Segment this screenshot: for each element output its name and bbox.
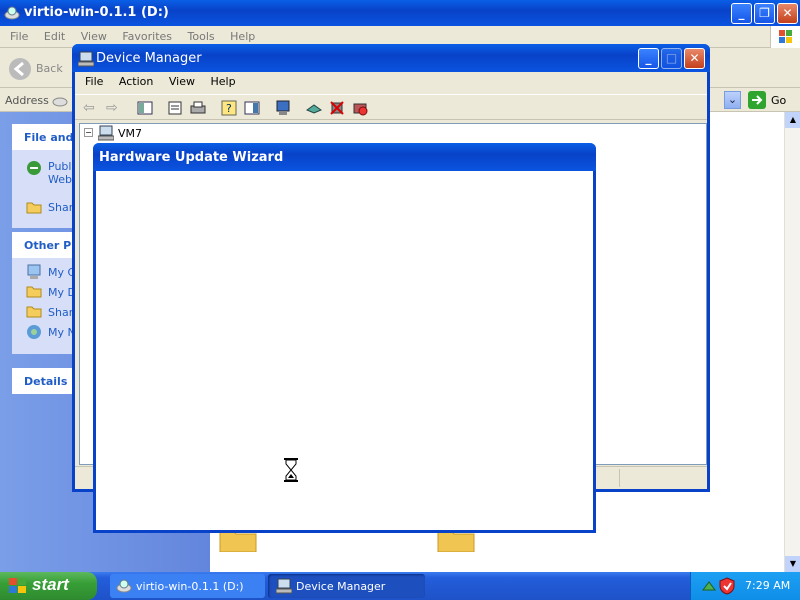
address-dropdown-button[interactable]: ⌄ [724,91,741,109]
device-manager-title: Device Manager [96,51,202,66]
dm-maximize-button[interactable]: □ [661,48,682,69]
taskbar: start virtio-win-0.1.1 (D:) Device Manag… [0,572,800,600]
network-tray-icon[interactable] [701,578,717,594]
shared-folder-icon [26,304,42,318]
help-icon[interactable]: ? [221,100,237,116]
dm-menu-action[interactable]: Action [113,73,159,91]
scroll-up-button[interactable]: ▲ [785,112,800,128]
explorer-scrollbar[interactable]: ▲ ▼ [784,112,800,572]
explorer-close-button[interactable]: ✕ [777,3,798,24]
disable-device-icon[interactable] [352,100,368,116]
back-label: Back [36,62,63,75]
windows-flag-icon [8,577,28,595]
wizard-title: Hardware Update Wizard [99,150,284,165]
start-label: start [32,575,69,594]
dm-menubar: File Action View Help [79,73,699,93]
back-button[interactable]: Back [6,56,66,82]
device-manager-icon [78,51,94,67]
taskbar-drive-icon [116,578,132,594]
dm-menu-view[interactable]: View [163,73,201,91]
taskbar-item-label: Device Manager [296,580,386,593]
taskbar-item-label: virtio-win-0.1.1 (D:) [136,580,244,593]
wizard-content [96,171,593,530]
explorer-menu-edit[interactable]: Edit [38,28,71,46]
explorer-menu-file[interactable]: File [4,28,34,46]
go-button[interactable]: Go [748,90,796,110]
taskbar-dm-icon [276,578,292,594]
uninstall-icon[interactable] [329,100,345,116]
explorer-minimize-button[interactable]: _ [731,3,752,24]
system-tray: 7:29 AM [690,572,800,600]
hourglass-cursor-icon [283,458,299,482]
publish-item[interactable]: Publi [48,160,75,173]
go-arrow-icon [748,91,766,109]
share-folder-icon [26,200,42,214]
properties-icon[interactable] [167,100,183,116]
show-hide-tree-icon[interactable] [137,100,153,116]
dm-menu-file[interactable]: File [79,73,109,91]
scan-hardware-icon[interactable] [275,100,291,116]
tree-root-label[interactable]: VM7 [118,127,142,140]
security-shield-icon[interactable] [719,577,735,595]
taskbar-item-device-manager[interactable]: Device Manager [268,574,425,598]
print-icon[interactable] [190,100,206,116]
device-manager-titlebar[interactable]: Device Manager _ □ ✕ [72,44,710,72]
expand-collapse-icon[interactable]: − [84,128,93,137]
dm-back-arrow-icon[interactable]: ⇦ [83,100,99,116]
other-place-item-3[interactable]: Shar [48,306,73,319]
dm-menu-help[interactable]: Help [204,73,241,91]
status-pane [619,469,620,487]
back-arrow-icon [8,57,32,81]
address-label: Address [5,94,49,107]
scroll-down-button[interactable]: ▼ [785,556,800,572]
windows-logo-icon [770,26,800,48]
clock[interactable]: 7:29 AM [745,579,790,592]
dm-minimize-button[interactable]: _ [638,48,659,69]
update-driver-icon[interactable] [306,100,322,116]
explorer-title: virtio-win-0.1.1 (D:) [24,5,169,20]
my-network-icon [26,324,42,340]
computer-icon [98,125,114,141]
my-documents-icon [26,284,42,298]
dm-forward-arrow-icon[interactable]: ⇨ [106,100,122,116]
explorer-titlebar[interactable]: virtio-win-0.1.1 (D:) _ ❐ ✕ [0,0,800,26]
cd-drive-icon [4,5,20,21]
my-computer-icon [26,264,42,280]
show-hide-action-pane-icon[interactable] [244,100,260,116]
publish-web-icon [26,160,42,176]
svg-text:?: ? [226,102,232,115]
hardware-update-wizard: Hardware Update Wizard [93,143,596,533]
go-label: Go [771,94,787,107]
start-button[interactable]: start [0,572,97,600]
wizard-titlebar[interactable]: Hardware Update Wizard [93,143,596,171]
address-drive-icon [52,92,68,108]
explorer-maximize-button[interactable]: ❐ [754,3,775,24]
dm-toolbar: ⇦ ⇨ ? [75,94,707,120]
publish-web-item[interactable]: Web [48,173,72,186]
share-item[interactable]: Shar [48,201,73,214]
dm-close-button[interactable]: ✕ [684,48,705,69]
taskbar-item-explorer[interactable]: virtio-win-0.1.1 (D:) [110,574,265,598]
